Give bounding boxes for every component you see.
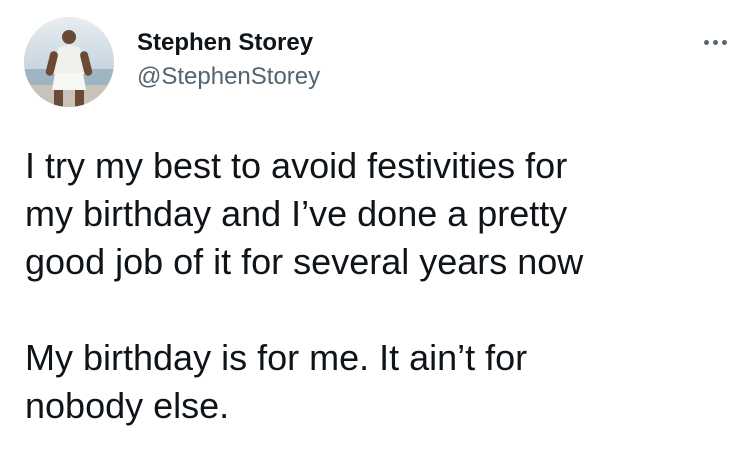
display-name[interactable]: Stephen Storey (137, 28, 320, 58)
tweet-text-line: my birthday and I’ve done a pretty (25, 193, 568, 234)
dot-icon (703, 39, 709, 45)
dot-icon (712, 39, 718, 45)
tweet-text-line: good job of it for several years now (25, 241, 584, 282)
tweet-text-line: I try my best to avoid festivities for (25, 145, 568, 186)
dot-icon (721, 39, 727, 45)
tweet-text-line: My birthday is for me. It ain’t for (25, 337, 528, 378)
tweet-text-line: nobody else. (25, 385, 230, 426)
avatar[interactable] (24, 17, 114, 107)
tweet-card: Stephen Storey @StephenStorey I try my b… (0, 0, 750, 474)
user-handle[interactable]: @StephenStorey (137, 62, 320, 92)
more-options-button[interactable] (698, 25, 732, 59)
more-horizontal-icon (703, 39, 727, 45)
user-info: Stephen Storey @StephenStorey (137, 28, 320, 92)
profile-photo (24, 17, 114, 107)
tweet-text: I try my best to avoid festivities for m… (25, 142, 730, 430)
